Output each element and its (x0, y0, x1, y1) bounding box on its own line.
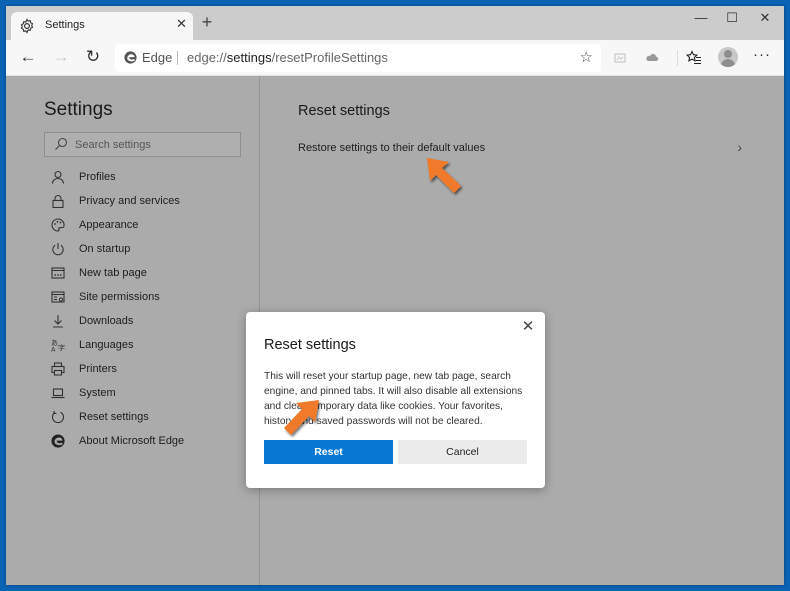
sidebar-item-system[interactable]: System (50, 381, 184, 405)
printer-icon (51, 362, 65, 376)
maximize-button[interactable]: ☐ (717, 10, 747, 26)
sidebar-item-label: System (79, 387, 116, 399)
restore-defaults-label: Restore settings to their default values (298, 142, 486, 154)
sidebar-item-reset-settings[interactable]: Reset settings (50, 405, 184, 429)
refresh-button[interactable]: ↻ (82, 47, 104, 69)
address-divider (177, 51, 178, 65)
sidebar-item-label: Privacy and services (79, 195, 180, 207)
extension-cloud-icon[interactable] (643, 49, 661, 67)
extension-icon[interactable] (611, 49, 629, 67)
cancel-button[interactable]: Cancel (398, 440, 527, 464)
profile-avatar[interactable] (718, 47, 738, 67)
sidebar-item-on-startup[interactable]: On startup (50, 237, 184, 261)
edge-logo-icon (51, 434, 65, 448)
lock-icon (52, 195, 64, 208)
sidebar-title: Settings (44, 99, 113, 120)
sidebar-item-label: Profiles (79, 171, 116, 183)
url-host: settings (226, 50, 272, 65)
site-permissions-icon (51, 291, 65, 303)
sidebar-item-privacy[interactable]: Privacy and services (50, 189, 184, 213)
close-tab-button[interactable]: ✕ (176, 16, 187, 32)
sidebar-item-label: Downloads (79, 315, 134, 327)
sidebar-item-label: On startup (79, 243, 131, 255)
favorites-icon[interactable] (685, 49, 703, 67)
sidebar-item-appearance[interactable]: Appearance (50, 213, 184, 237)
settings-sidebar: Settings Profiles Privacy and services (6, 76, 260, 585)
settings-page: Settings Profiles Privacy and services (6, 76, 784, 585)
chevron-right-icon: › (737, 139, 742, 155)
sidebar-item-label: Appearance (79, 219, 139, 231)
restore-defaults-row[interactable]: Restore settings to their default values… (298, 136, 742, 160)
reset-button[interactable]: Reset (264, 440, 393, 464)
url-prefix: edge:// (187, 50, 227, 65)
close-window-button[interactable]: ✕ (750, 10, 780, 26)
svg-text:字: 字 (58, 343, 65, 352)
url-text: edge://settings/resetProfileSettings (187, 50, 388, 65)
search-settings-field[interactable] (44, 132, 241, 157)
dialog-title: Reset settings (264, 337, 356, 353)
more-menu-button[interactable]: ··· (753, 46, 771, 63)
address-bar[interactable]: Edge edge://settings/resetProfileSetting… (115, 44, 601, 72)
toolbar: ← → ↻ Edge edge://settings/resetProfileS… (6, 40, 784, 76)
avatar-body (721, 59, 735, 67)
languages-icon: あA 字 (51, 339, 65, 353)
reset-settings-dialog: Reset settings ✕ This will reset your st… (246, 312, 545, 488)
sidebar-item-label: Site permissions (79, 291, 160, 303)
sidebar-item-label: Languages (79, 339, 134, 351)
edge-logo-icon (124, 51, 137, 64)
sidebar-item-label: Reset settings (79, 411, 149, 423)
sidebar-item-printers[interactable]: Printers (50, 357, 184, 381)
laptop-icon (51, 388, 65, 399)
browser-window: Settings ✕ + — ☐ ✕ ← → ↻ Edge edge://set… (6, 6, 784, 585)
site-identity-label: Edge (142, 50, 173, 65)
new-tab-button[interactable]: + (196, 12, 218, 33)
sidebar-item-languages[interactable]: あA字 Languages (50, 333, 184, 357)
dialog-message: This will reset your startup page, new t… (264, 371, 523, 427)
sidebar-item-new-tab-page[interactable]: New tab page (50, 261, 184, 285)
sidebar-item-profiles[interactable]: Profiles (50, 165, 184, 189)
power-icon (52, 243, 64, 256)
tab-settings[interactable]: Settings ✕ (11, 12, 193, 40)
sidebar-item-site-permissions[interactable]: Site permissions (50, 285, 184, 309)
sidebar-item-about-edge[interactable]: About Microsoft Edge (50, 429, 184, 453)
person-icon (51, 170, 65, 184)
search-icon (55, 137, 68, 150)
avatar-head (724, 50, 732, 58)
sidebar-item-downloads[interactable]: Downloads (50, 309, 184, 333)
new-tab-page-icon (51, 267, 65, 279)
favorite-star-icon[interactable]: ☆ (580, 48, 593, 66)
palette-icon (51, 218, 65, 232)
url-path: /resetProfileSettings (271, 50, 388, 65)
toolbar-divider (677, 50, 678, 66)
search-input[interactable] (75, 136, 235, 154)
page-title: Reset settings (298, 103, 390, 119)
dialog-close-button[interactable]: ✕ (518, 317, 538, 335)
back-button[interactable]: ← (17, 47, 39, 69)
forward-button[interactable]: → (50, 47, 72, 69)
sidebar-item-label: Printers (79, 363, 117, 375)
minimize-button[interactable]: — (686, 10, 716, 25)
svg-text:A: A (51, 346, 56, 353)
sidebar-item-label: New tab page (79, 267, 147, 279)
tab-title: Settings (45, 19, 85, 31)
gear-icon (20, 18, 34, 34)
sidebar-item-label: About Microsoft Edge (79, 435, 185, 447)
download-icon (53, 315, 63, 328)
sidebar-nav: Profiles Privacy and services Appearance… (50, 165, 184, 453)
tab-strip: Settings ✕ + — ☐ ✕ (6, 6, 784, 40)
reset-icon (51, 411, 65, 424)
